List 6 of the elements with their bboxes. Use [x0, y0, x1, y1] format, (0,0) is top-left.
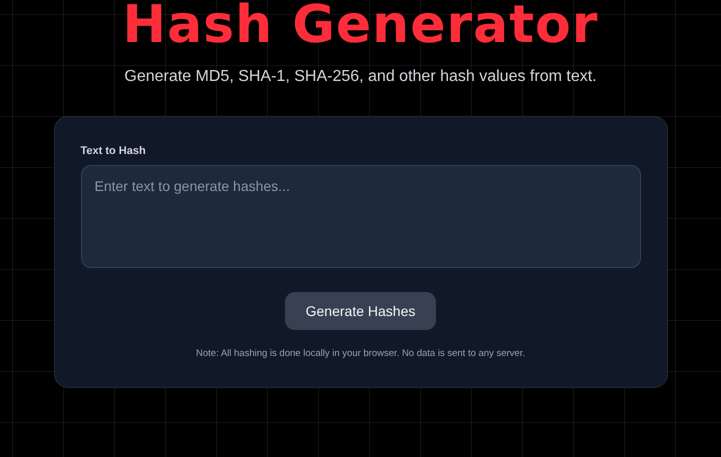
privacy-note: Note: All hashing is done locally in your browser. No data is sent to any server. [196, 348, 525, 359]
page-title: Hash Generator [122, 0, 598, 56]
generate-button[interactable]: Generate Hashes [285, 292, 436, 330]
field-label: Text to Hash [80, 145, 147, 157]
text-input-field[interactable]: Enter text to generate hashes... [80, 165, 640, 268]
subtitle: Generate MD5, SHA-1, SHA-256, and other hash values from text. [124, 68, 597, 86]
